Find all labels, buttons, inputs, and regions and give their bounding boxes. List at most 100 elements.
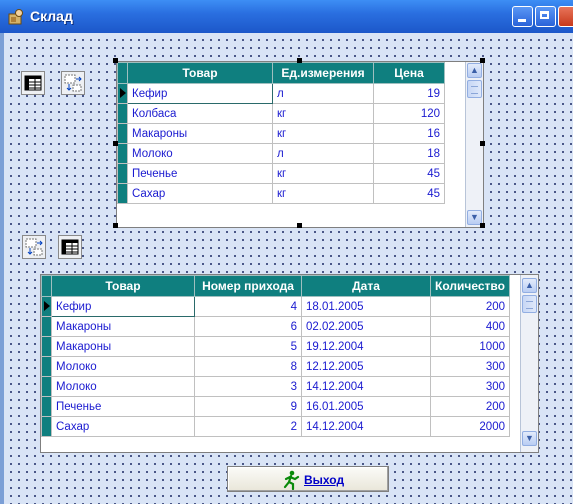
selection-handle[interactable] (113, 223, 118, 228)
maximize-button[interactable] (535, 6, 556, 27)
app-icon (8, 9, 23, 25)
table-row[interactable]: Макароны кг 16 (117, 123, 445, 144)
cell-product[interactable]: Сахар (127, 183, 273, 204)
cell-unit[interactable]: л (272, 143, 374, 164)
cell-price[interactable]: 19 (373, 83, 445, 104)
cell-arrival-number[interactable]: 3 (194, 376, 302, 397)
arrivals-table: Товар Номер прихода Дата Количество Кефи… (41, 275, 510, 437)
cell-unit[interactable]: кг (272, 163, 374, 184)
cell-quantity[interactable]: 200 (430, 396, 510, 417)
cell-arrival-number[interactable]: 4 (194, 296, 302, 317)
selection-handle[interactable] (297, 223, 302, 228)
selection-handle[interactable] (113, 58, 118, 63)
row-indicator-header (41, 275, 52, 297)
cell-unit[interactable]: кг (272, 183, 374, 204)
goods-table: Товар Ед.измерения Цена Кефир л 19 Колба (117, 62, 445, 204)
cell-quantity[interactable]: 1000 (430, 336, 510, 357)
cell-product[interactable]: Печенье (51, 396, 195, 417)
arrivals-grid[interactable]: Товар Номер прихода Дата Количество Кефи… (40, 274, 539, 453)
column-header-price[interactable]: Цена (373, 62, 445, 84)
cell-price[interactable]: 120 (373, 103, 445, 124)
scroll-up-button[interactable]: ▲ (522, 278, 537, 293)
cell-arrival-number[interactable]: 8 (194, 356, 302, 377)
cell-quantity[interactable]: 200 (430, 296, 510, 317)
column-header-arrival-number[interactable]: Номер прихода (194, 275, 302, 297)
cell-product[interactable]: Печенье (127, 163, 273, 184)
cell-date[interactable]: 02.02.2005 (301, 316, 431, 337)
selection-handle[interactable] (113, 141, 118, 146)
cell-product[interactable]: Колбаса (127, 103, 273, 124)
row-indicator (117, 103, 128, 124)
column-header-quantity[interactable]: Количество (430, 275, 510, 297)
table-view-icon[interactable] (21, 71, 45, 95)
column-header-date[interactable]: Дата (301, 275, 431, 297)
cell-product[interactable]: Макароны (51, 316, 195, 337)
cell-arrival-number[interactable]: 6 (194, 316, 302, 337)
table-row[interactable]: Молоко 3 14.12.2004 300 (41, 376, 510, 397)
table-row[interactable]: Макароны 5 19.12.2004 1000 (41, 336, 510, 357)
table-row[interactable]: Макароны 6 02.02.2005 400 (41, 316, 510, 337)
table-row[interactable]: Сахар кг 45 (117, 183, 445, 204)
scroll-thumb[interactable] (522, 295, 537, 313)
cell-price[interactable]: 45 (373, 163, 445, 184)
cell-product[interactable]: Макароны (51, 336, 195, 357)
table-row[interactable]: Молоко л 18 (117, 143, 445, 164)
selection-handle[interactable] (480, 58, 485, 63)
scroll-up-button[interactable]: ▲ (467, 63, 482, 78)
cell-unit[interactable]: кг (272, 123, 374, 144)
selection-handle[interactable] (480, 223, 485, 228)
cell-quantity[interactable]: 400 (430, 316, 510, 337)
cell-product[interactable]: Кефир (127, 83, 273, 104)
cell-quantity[interactable]: 2000 (430, 416, 510, 437)
cell-quantity[interactable]: 300 (430, 376, 510, 397)
cell-product[interactable]: Кефир (51, 296, 195, 317)
table-row[interactable]: Печенье 9 16.01.2005 200 (41, 396, 510, 417)
cell-product[interactable]: Сахар (51, 416, 195, 437)
row-indicator-header (117, 62, 128, 84)
table-row[interactable]: Кефир 4 18.01.2005 200 (41, 296, 510, 317)
cell-price[interactable]: 45 (373, 183, 445, 204)
column-header-unit[interactable]: Ед.измерения (272, 62, 374, 84)
cell-product[interactable]: Молоко (51, 376, 195, 397)
table-row[interactable]: Колбаса кг 120 (117, 103, 445, 124)
cell-date[interactable]: 12.12.2005 (301, 356, 431, 377)
scroll-down-button[interactable]: ▼ (522, 431, 537, 446)
table-row[interactable]: Молоко 8 12.12.2005 300 (41, 356, 510, 377)
table-move-icon[interactable] (22, 235, 46, 259)
arrivals-vertical-scrollbar[interactable]: ▲ ▼ (520, 275, 538, 452)
row-indicator (41, 316, 52, 337)
cell-product[interactable]: Молоко (127, 143, 273, 164)
selection-handle[interactable] (480, 141, 485, 146)
column-header-product[interactable]: Товар (127, 62, 273, 84)
cell-product[interactable]: Макароны (127, 123, 273, 144)
selection-handle[interactable] (297, 58, 302, 63)
scroll-thumb[interactable] (467, 80, 482, 98)
cell-arrival-number[interactable]: 9 (194, 396, 302, 417)
cell-price[interactable]: 16 (373, 123, 445, 144)
cell-date[interactable]: 14.12.2004 (301, 376, 431, 397)
cell-unit[interactable]: кг (272, 103, 374, 124)
cell-date[interactable]: 14.12.2004 (301, 416, 431, 437)
table-row[interactable]: Печенье кг 45 (117, 163, 445, 184)
table-row[interactable]: Сахар 2 14.12.2004 2000 (41, 416, 510, 437)
table-view-icon[interactable] (58, 235, 82, 259)
cell-date[interactable]: 18.01.2005 (301, 296, 431, 317)
column-header-product[interactable]: Товар (51, 275, 195, 297)
cell-price[interactable]: 18 (373, 143, 445, 164)
title-bar[interactable]: Склад (0, 0, 573, 33)
close-button[interactable] (558, 6, 573, 27)
cell-date[interactable]: 19.12.2004 (301, 336, 431, 357)
cell-date[interactable]: 16.01.2005 (301, 396, 431, 417)
table-row[interactable]: Кефир л 19 (117, 83, 445, 104)
cell-arrival-number[interactable]: 2 (194, 416, 302, 437)
cell-unit[interactable]: л (272, 83, 374, 104)
row-indicator (41, 396, 52, 417)
cell-arrival-number[interactable]: 5 (194, 336, 302, 357)
goods-grid[interactable]: Товар Ед.измерения Цена Кефир л 19 Колба (116, 61, 484, 228)
table-move-icon[interactable] (61, 71, 85, 95)
exit-button[interactable]: Выход (227, 466, 389, 492)
row-indicator (117, 123, 128, 144)
cell-quantity[interactable]: 300 (430, 356, 510, 377)
cell-product[interactable]: Молоко (51, 356, 195, 377)
minimize-button[interactable] (512, 6, 533, 27)
